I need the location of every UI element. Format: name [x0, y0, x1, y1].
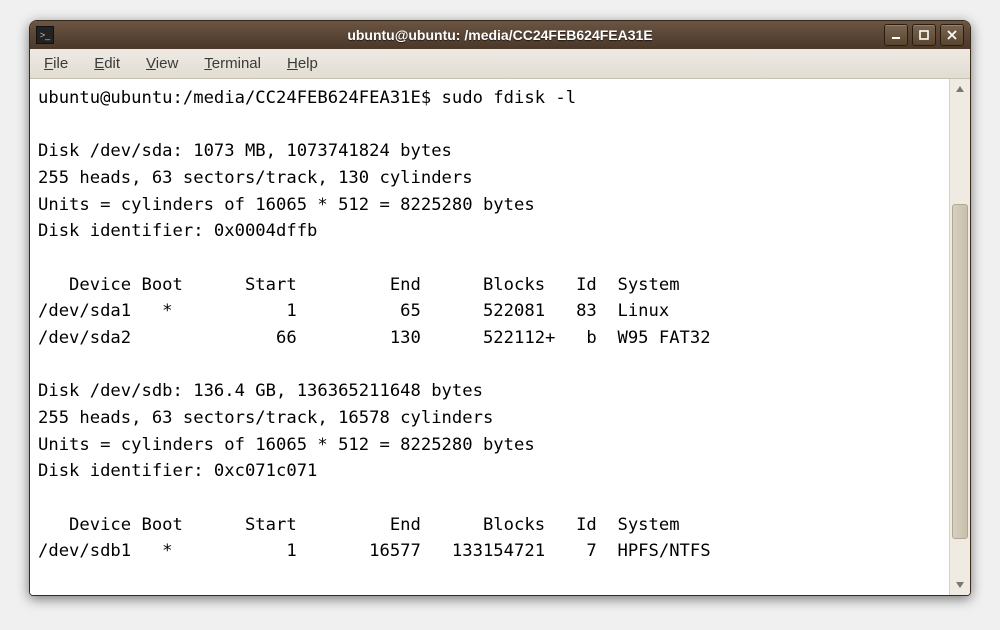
app-icon: >_ — [36, 26, 54, 44]
chevron-down-icon — [956, 582, 964, 588]
menubar: File Edit View Terminal Help — [30, 49, 970, 79]
scroll-thumb[interactable] — [952, 204, 968, 539]
menu-file[interactable]: File — [40, 53, 72, 74]
terminal-output[interactable]: ubuntu@ubuntu:/media/CC24FEB624FEA31E$ s… — [30, 79, 949, 595]
menu-help[interactable]: Help — [283, 53, 322, 74]
close-button[interactable] — [940, 24, 964, 46]
scroll-track[interactable] — [952, 99, 968, 575]
close-icon — [947, 30, 957, 40]
scroll-up-button[interactable] — [950, 79, 970, 99]
titlebar[interactable]: >_ ubuntu@ubuntu: /media/CC24FEB624FEA31… — [30, 21, 970, 49]
chevron-up-icon — [956, 86, 964, 92]
scroll-down-button[interactable] — [950, 575, 970, 595]
menu-terminal[interactable]: Terminal — [200, 53, 265, 74]
terminal-area: ubuntu@ubuntu:/media/CC24FEB624FEA31E$ s… — [30, 79, 970, 595]
maximize-button[interactable] — [912, 24, 936, 46]
maximize-icon — [919, 30, 929, 40]
window-title: ubuntu@ubuntu: /media/CC24FEB624FEA31E — [30, 27, 970, 43]
menu-view[interactable]: View — [142, 53, 182, 74]
menu-edit[interactable]: Edit — [90, 53, 124, 74]
scrollbar[interactable] — [949, 79, 970, 595]
minimize-icon — [891, 30, 901, 40]
terminal-window: >_ ubuntu@ubuntu: /media/CC24FEB624FEA31… — [29, 20, 971, 596]
minimize-button[interactable] — [884, 24, 908, 46]
window-controls — [884, 24, 964, 46]
